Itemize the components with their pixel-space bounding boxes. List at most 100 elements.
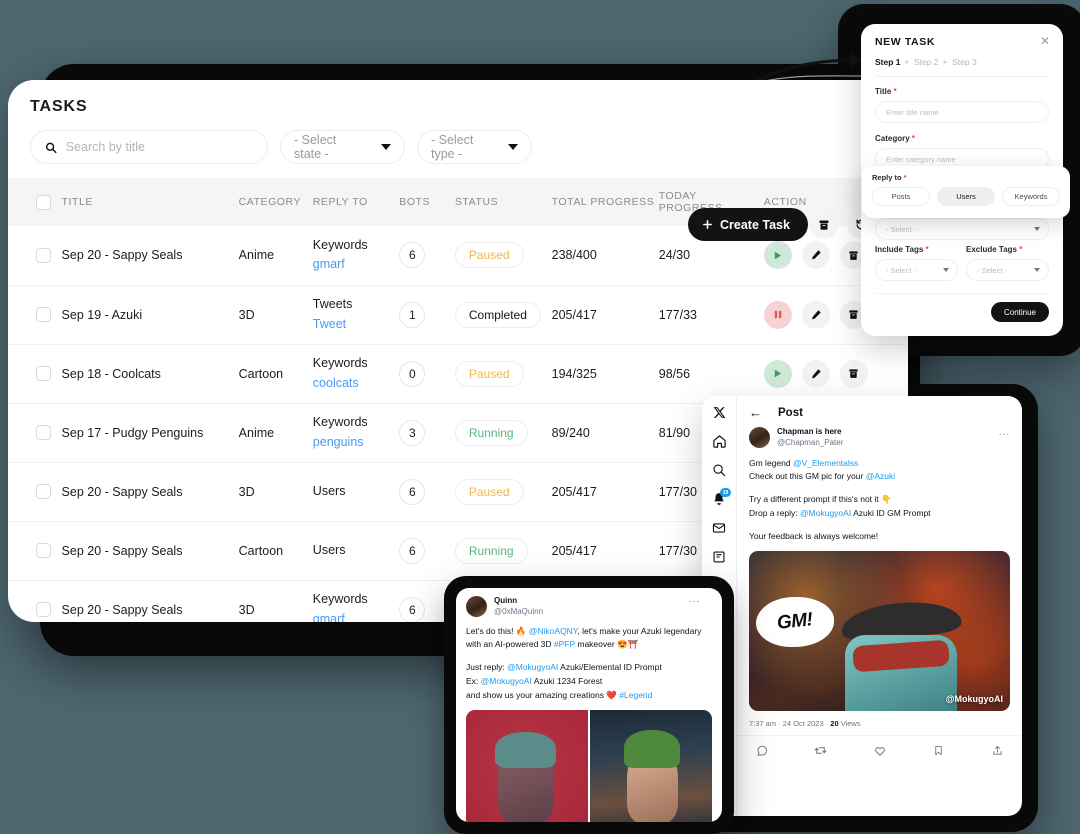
reply-to-option-posts[interactable]: Posts (872, 187, 930, 206)
lists-icon[interactable] (711, 549, 727, 565)
search-icon (45, 142, 57, 153)
search-icon[interactable] (711, 462, 727, 478)
quinn-post-media[interactable] (466, 710, 712, 822)
post-mention-link[interactable]: @MokugyoAI (507, 662, 558, 672)
play-task-button[interactable] (763, 359, 792, 388)
cell-bots: 0 (399, 344, 455, 404)
back-arrow-icon[interactable]: ← (749, 406, 762, 419)
post-line-5: Your feedback is always welcome! (749, 530, 879, 541)
post-mention-link[interactable]: @NikoAQNY (529, 626, 578, 636)
cell-title: Sep 20 - Sappy Seals (61, 521, 239, 581)
row-checkbox[interactable] (36, 366, 51, 381)
cell-reply-to: Keywords penguins (312, 403, 400, 463)
step-indicator: Step 1 ▸ Step 2 ▸ Step 3 (875, 57, 1049, 67)
messages-icon[interactable] (711, 520, 727, 536)
archive-button[interactable] (809, 210, 838, 239)
post-hashtag-link[interactable]: #Legend (619, 690, 652, 700)
reply-to-link[interactable]: gmarf (313, 610, 399, 623)
continue-button[interactable]: Continue (990, 302, 1049, 322)
include-tags-select[interactable]: - Select - (875, 259, 958, 281)
select-all-header (8, 178, 62, 226)
bots-count: 0 (399, 360, 426, 387)
play-task-button[interactable] (763, 241, 792, 270)
quinn-post-author: Quinn @0xMaQuinn ··· (466, 596, 712, 618)
bots-count: 1 (399, 301, 426, 328)
reply-icon[interactable] (755, 744, 768, 757)
x-post-header: ← Post (737, 396, 1022, 427)
post-mention-link[interactable]: @Azuki (866, 471, 895, 481)
x-post-body: Gm legend @V_Elementalss Check out this … (737, 449, 1022, 544)
row-checkbox[interactable] (36, 425, 51, 440)
post-mention-link[interactable]: @V_Elementalss (793, 458, 858, 468)
reply-to-link[interactable]: Tweet (313, 315, 399, 334)
column-header-total-progress: TOTAL PROGRESS (551, 178, 659, 226)
pause-task-button[interactable] (763, 300, 792, 329)
step-separator-icon: ▸ (905, 59, 910, 66)
share-icon[interactable] (991, 744, 1004, 757)
divider (875, 293, 1049, 294)
bots-count: 6 (399, 242, 426, 269)
quinn-line-3-pre: Ex: (466, 675, 481, 686)
step-2[interactable]: Step 2 (914, 57, 939, 67)
more-options-icon[interactable]: ··· (689, 596, 701, 607)
table-row[interactable]: Sep 19 - Azuki 3D Tweets Tweet 1 Completed 205… (8, 285, 908, 345)
select-type-dropdown[interactable]: - Select type - (417, 130, 532, 164)
quinn-media-image-right[interactable] (590, 710, 712, 822)
select-state-dropdown[interactable]: - Select state - (280, 130, 405, 164)
search-input[interactable] (65, 140, 257, 154)
post-mention-link[interactable]: @MokugyoAI (481, 676, 532, 686)
cell-reply-to: Users (312, 521, 400, 581)
row-checkbox[interactable] (36, 484, 51, 499)
home-icon[interactable] (711, 433, 727, 449)
row-checkbox[interactable] (36, 307, 51, 322)
post-media-image[interactable]: GM! @MokugyoAI (749, 551, 1010, 712)
cell-bots: 3 (399, 403, 455, 463)
x-post-author: Chapman is here @Chapman_Pater ··· (737, 427, 1022, 449)
row-checkbox[interactable] (36, 602, 51, 617)
cell-reply-to: Keywords coolcats (312, 344, 400, 404)
archive-icon (819, 220, 828, 230)
search-box[interactable] (30, 130, 268, 164)
reply-to-option-users[interactable]: Users (937, 187, 995, 206)
user-groups-select[interactable]: - Select - (875, 218, 1049, 240)
step-1[interactable]: Step 1 (875, 57, 901, 67)
x-logo-icon[interactable] (711, 404, 727, 420)
post-mention-link[interactable]: @MokugyoAI (800, 508, 851, 518)
edit-task-button[interactable] (801, 359, 830, 388)
reply-to-link[interactable]: penguins (313, 433, 399, 452)
include-tags-label-text: Include Tags (875, 245, 924, 254)
quinn-media-image-left[interactable] (466, 710, 588, 822)
archive-task-button[interactable] (839, 359, 868, 388)
cell-reply-to: Users (312, 462, 400, 522)
bookmark-icon[interactable] (932, 744, 945, 757)
reply-to-link[interactable]: gmarf (313, 255, 399, 274)
row-checkbox[interactable] (36, 247, 51, 263)
post-hashtag-link[interactable]: #PFP (554, 639, 575, 649)
reply-to-option-keywords[interactable]: Keywords (1002, 187, 1060, 206)
exclude-tags-select[interactable]: - Select - (966, 259, 1049, 281)
avatar[interactable] (466, 596, 487, 618)
post-line-1: Gm legend @V_Elementalss (749, 457, 1010, 471)
reply-to-popup: Reply to * Posts Users Keywords (862, 166, 1070, 218)
avatar[interactable] (749, 427, 770, 449)
select-all-checkbox[interactable] (36, 194, 51, 210)
reply-to-link[interactable]: coolcats (313, 374, 399, 393)
notifications-icon[interactable]: 19 (711, 488, 731, 507)
like-icon[interactable] (873, 744, 886, 757)
table-row[interactable]: Sep 18 - Coolcats Cartoon Keywords coolcats… (8, 344, 908, 404)
edit-task-button[interactable] (801, 300, 830, 329)
title-input[interactable]: Enter title name (875, 101, 1049, 123)
close-icon[interactable]: ✕ (1040, 35, 1050, 47)
step-3[interactable]: Step 3 (952, 57, 977, 67)
cell-title: Sep 19 - Azuki (61, 285, 239, 345)
status-badge: Paused (454, 478, 524, 505)
row-checkbox[interactable] (36, 543, 51, 558)
cell-title: Sep 18 - Coolcats (61, 344, 239, 404)
create-task-button[interactable]: Create Task (688, 208, 808, 241)
retweet-icon[interactable] (814, 744, 827, 757)
more-options-icon[interactable]: ··· (999, 429, 1011, 440)
author-handle: @Chapman_Pater (777, 437, 844, 447)
cell-total-progress: 205/417 (551, 462, 659, 522)
edit-task-button[interactable] (801, 241, 830, 270)
